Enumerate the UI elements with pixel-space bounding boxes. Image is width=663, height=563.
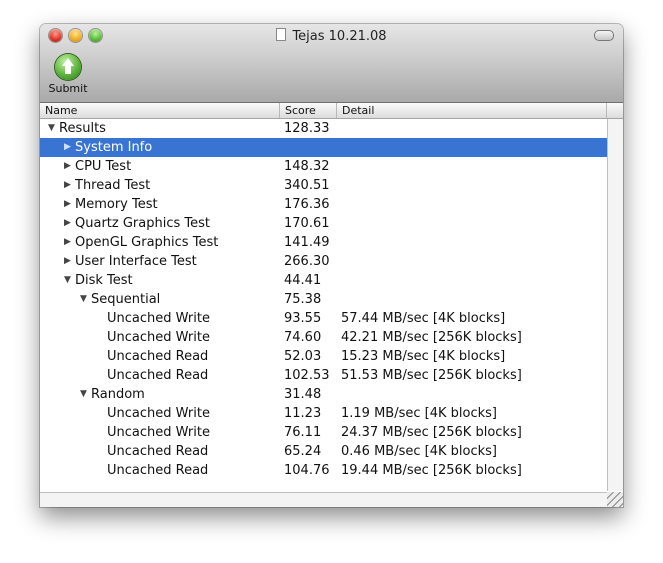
table-row[interactable]: Uncached Read 102.53 51.53 MB/sec [256K bl… xyxy=(40,366,607,385)
row-score: 76.11 xyxy=(284,425,322,440)
row-name: System Info xyxy=(75,140,153,155)
row-score: 148.32 xyxy=(284,159,330,174)
window-title: Tejas 10.21.08 xyxy=(40,28,623,44)
row-name: Quartz Graphics Test xyxy=(75,216,210,231)
row-score: 52.03 xyxy=(284,349,322,364)
disclosure-open-icon[interactable]: ▼ xyxy=(48,119,55,138)
disclosure-closed-icon[interactable]: ▶ xyxy=(64,252,71,271)
row-score: 128.33 xyxy=(284,121,330,136)
row-detail: 1.19 MB/sec [4K blocks] xyxy=(341,406,497,421)
row-score: 340.51 xyxy=(284,178,330,193)
disclosure-closed-icon[interactable]: ▶ xyxy=(64,214,71,233)
disclosure-open-icon[interactable]: ▼ xyxy=(64,271,71,290)
row-score: 75.38 xyxy=(284,292,322,307)
table-row[interactable]: ▼ Random 31.48 xyxy=(40,385,607,404)
row-name: Uncached Write xyxy=(107,406,210,421)
row-name: Uncached Write xyxy=(107,330,210,345)
row-name: Uncached Read xyxy=(107,463,209,478)
table-row[interactable]: ▶ System Info xyxy=(40,138,607,157)
column-header-name[interactable]: Name xyxy=(40,103,280,118)
row-detail: 42.21 MB/sec [256K blocks] xyxy=(341,330,522,345)
column-header-detail[interactable]: Detail xyxy=(337,103,607,118)
document-icon xyxy=(276,28,287,41)
row-score: 266.30 xyxy=(284,254,330,269)
row-name: Sequential xyxy=(91,292,161,307)
disclosure-closed-icon[interactable]: ▶ xyxy=(64,176,71,195)
row-name: Results xyxy=(59,121,106,136)
table-row[interactable]: ▼ Results 128.33 xyxy=(40,119,607,138)
disclosure-closed-icon[interactable]: ▶ xyxy=(64,195,71,214)
column-header-score[interactable]: Score xyxy=(280,103,337,118)
row-name: Thread Test xyxy=(75,178,151,193)
row-score: 102.53 xyxy=(284,368,330,383)
app-window: Tejas 10.21.08 Submit Name Score Detail … xyxy=(40,24,623,507)
window-title-text: Tejas 10.21.08 xyxy=(292,29,387,44)
table-row[interactable]: ▶ Memory Test 176.36 xyxy=(40,195,607,214)
table-row[interactable]: ▶ CPU Test 148.32 xyxy=(40,157,607,176)
row-detail: 19.44 MB/sec [256K blocks] xyxy=(341,463,522,478)
row-score: 141.49 xyxy=(284,235,330,250)
table-row[interactable]: ▶ Thread Test 340.51 xyxy=(40,176,607,195)
row-name: Random xyxy=(91,387,145,402)
table-row[interactable]: Uncached Write 11.23 1.19 MB/sec [4K block… xyxy=(40,404,607,423)
table-row[interactable]: Uncached Write 76.11 24.37 MB/sec [256K bl… xyxy=(40,423,607,442)
results-table: Name Score Detail ▼ Results 128.33 ▶ System … xyxy=(40,103,623,507)
row-name: Uncached Write xyxy=(107,311,210,326)
row-score: 170.61 xyxy=(284,216,330,231)
row-score: 93.55 xyxy=(284,311,322,326)
row-detail: 51.53 MB/sec [256K blocks] xyxy=(341,368,522,383)
row-score: 65.24 xyxy=(284,444,322,459)
row-detail: 57.44 MB/sec [4K blocks] xyxy=(341,311,506,326)
row-score: 44.41 xyxy=(284,273,322,288)
title-bar: Tejas 10.21.08 Submit xyxy=(40,24,623,103)
row-name: Uncached Read xyxy=(107,349,209,364)
disclosure-open-icon[interactable]: ▼ xyxy=(80,385,87,404)
toolbar-toggle-button[interactable] xyxy=(594,30,614,41)
upload-arrow-icon xyxy=(55,54,81,80)
row-name: CPU Test xyxy=(75,159,132,174)
row-score: 74.60 xyxy=(284,330,322,345)
table-row[interactable]: ▶ Quartz Graphics Test 170.61 xyxy=(40,214,607,233)
disclosure-open-icon[interactable]: ▼ xyxy=(80,290,87,309)
table-row[interactable]: Uncached Write 93.55 57.44 MB/sec [4K bloc… xyxy=(40,309,607,328)
row-name: Uncached Read xyxy=(107,368,209,383)
resize-grip-icon[interactable] xyxy=(607,492,623,507)
table-row[interactable]: ▶ OpenGL Graphics Test 141.49 xyxy=(40,233,607,252)
table-row[interactable]: Uncached Read 104.76 19.44 MB/sec [256K bl… xyxy=(40,461,607,480)
table-row[interactable]: ▼ Sequential 75.38 xyxy=(40,290,607,309)
disclosure-closed-icon[interactable]: ▶ xyxy=(64,138,71,157)
row-name: Memory Test xyxy=(75,197,158,212)
row-score: 176.36 xyxy=(284,197,330,212)
row-detail: 15.23 MB/sec [4K blocks] xyxy=(341,349,506,364)
table-row[interactable]: Uncached Write 74.60 42.21 MB/sec [256K bl… xyxy=(40,328,607,347)
disclosure-closed-icon[interactable]: ▶ xyxy=(64,157,71,176)
row-name: OpenGL Graphics Test xyxy=(75,235,219,250)
row-name: User Interface Test xyxy=(75,254,197,269)
table-row[interactable]: ▼ Disk Test 44.41 xyxy=(40,271,607,290)
row-name: Disk Test xyxy=(75,273,133,288)
table-header: Name Score Detail xyxy=(40,103,623,119)
row-detail: 24.37 MB/sec [256K blocks] xyxy=(341,425,522,440)
submit-label: Submit xyxy=(48,82,88,95)
row-score: 104.76 xyxy=(284,463,330,478)
row-score: 31.48 xyxy=(284,387,322,402)
row-name: Uncached Read xyxy=(107,444,209,459)
table-row[interactable]: Uncached Read 52.03 15.23 MB/sec [4K block… xyxy=(40,347,607,366)
submit-button[interactable]: Submit xyxy=(48,54,88,95)
horizontal-scrollbar[interactable] xyxy=(40,492,607,507)
table-row[interactable]: Uncached Read 65.24 0.46 MB/sec [4K blocks… xyxy=(40,442,607,461)
disclosure-closed-icon[interactable]: ▶ xyxy=(64,233,71,252)
vertical-scrollbar[interactable] xyxy=(607,119,623,491)
row-score: 11.23 xyxy=(284,406,322,421)
row-name: Uncached Write xyxy=(107,425,210,440)
table-row[interactable]: ▶ User Interface Test 266.30 xyxy=(40,252,607,271)
row-detail: 0.46 MB/sec [4K blocks] xyxy=(341,444,497,459)
